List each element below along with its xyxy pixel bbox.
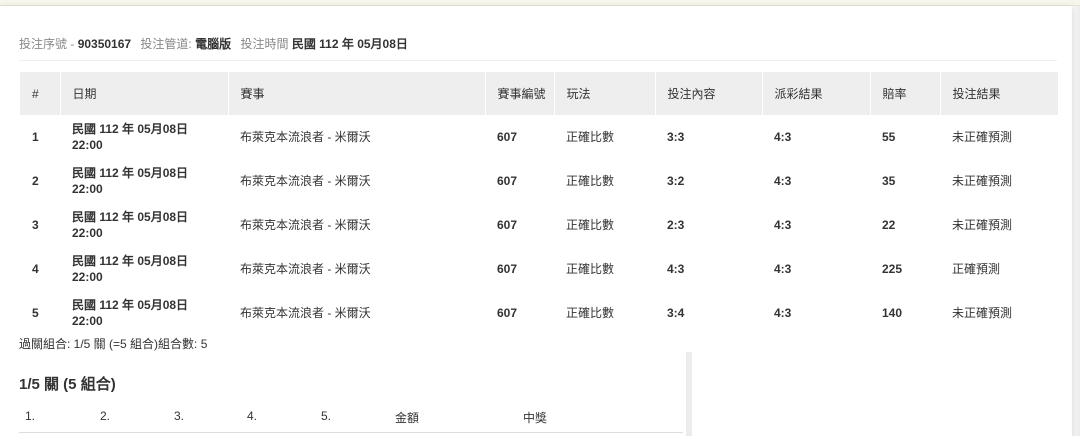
row-no: 5 <box>32 306 39 320</box>
row-outcome: 未正確預測 <box>952 174 1013 188</box>
col-header-date: 日期 <box>60 72 229 115</box>
combo-header-4: 4. <box>247 409 258 423</box>
row-match: 布萊克本流浪者 - 米爾沃 <box>240 218 371 232</box>
row-odds: 22 <box>882 218 896 232</box>
row-match-id: 607 <box>497 174 518 188</box>
time-value: 民國 112 年 05月08日 <box>291 37 408 51</box>
row-date: 民國 112 年 05月08日 22:00 <box>60 247 228 291</box>
row-match-id: 607 <box>497 130 518 144</box>
row-date-time: 22:00 <box>72 182 103 196</box>
row-play: 正確比數 <box>566 174 615 188</box>
table-row: 3 民國 112 年 05月08日 22:00 布萊克本流浪者 - 米爾沃 607… <box>20 203 1058 247</box>
table-row: 4 民國 112 年 05月08日 22:00 布萊克本流浪者 - 米爾沃 607… <box>20 247 1058 291</box>
row-date-day: 民國 112 年 05月08日 <box>72 122 189 136</box>
channel-value: 電腦版 <box>195 37 232 51</box>
meta-divider <box>19 60 1057 61</box>
col-header-outcome: 投注結果 <box>940 72 1058 115</box>
row-date-day: 民國 112 年 05月08日 <box>72 298 189 312</box>
row-no: 2 <box>32 174 39 188</box>
row-match: 布萊克本流浪者 - 米爾沃 <box>240 262 371 276</box>
combo-header-2: 2. <box>100 409 111 423</box>
row-bet: 3:3 <box>667 130 685 144</box>
time-label: 投注時間 <box>240 37 289 51</box>
row-date-time: 22:00 <box>72 314 103 328</box>
row-match-id: 607 <box>497 218 518 232</box>
row-play: 正確比數 <box>566 218 615 232</box>
combo-header-1: 1. <box>25 409 36 423</box>
row-outcome: 未正確預測 <box>952 306 1013 320</box>
row-outcome: 正確預測 <box>952 262 1001 276</box>
row-match: 布萊克本流浪者 - 米爾沃 <box>240 174 371 188</box>
row-date: 民國 112 年 05月08日 22:00 <box>60 159 228 203</box>
row-odds: 140 <box>882 306 903 320</box>
row-no: 3 <box>32 218 39 232</box>
row-date-day: 民國 112 年 05月08日 <box>72 210 189 224</box>
row-date-day: 民國 112 年 05月08日 <box>72 254 189 268</box>
row-bet: 2:3 <box>667 218 685 232</box>
combo-header-amount: 金額 <box>395 411 420 425</box>
row-match-id: 607 <box>497 262 518 276</box>
col-header-play: 玩法 <box>554 72 656 115</box>
row-play: 正確比數 <box>566 262 615 276</box>
row-result: 4:3 <box>774 174 792 188</box>
col-header-bet: 投注內容 <box>655 72 763 115</box>
row-bet: 3:2 <box>667 174 685 188</box>
row-date: 民國 112 年 05月08日 22:00 <box>60 115 228 159</box>
row-play: 正確比數 <box>566 306 615 320</box>
row-outcome: 未正確預測 <box>952 218 1013 232</box>
combo-divider <box>19 432 683 433</box>
row-play: 正確比數 <box>566 130 615 144</box>
row-date-time: 22:00 <box>72 138 103 152</box>
table-row: 2 民國 112 年 05月08日 22:00 布萊克本流浪者 - 米爾沃 607… <box>20 159 1058 203</box>
row-odds: 225 <box>882 262 903 276</box>
serial-value: 90350167 <box>77 37 132 51</box>
col-header-odds: 賠率 <box>870 72 941 115</box>
combo-header-win: 中獎 <box>523 411 548 425</box>
row-match: 布萊克本流浪者 - 米爾沃 <box>240 130 371 144</box>
serial-label: 投注序號 - <box>19 37 75 51</box>
panel-shadow <box>1070 6 1080 436</box>
row-result: 4:3 <box>774 218 792 232</box>
table-row: 1 民國 112 年 05月08日 22:00 布萊克本流浪者 - 米爾沃 607… <box>20 115 1058 159</box>
channel-label: 投注管道: <box>140 37 192 51</box>
combo-panel <box>0 352 692 436</box>
col-header-match: 賽事 <box>228 72 486 115</box>
row-odds: 35 <box>882 174 896 188</box>
row-result: 4:3 <box>774 306 792 320</box>
bet-table: # 日期 賽事 賽事編號 玩法 投注內容 派彩結果 賠率 投注結果 1 民國 1… <box>20 72 1058 335</box>
col-header-result: 派彩結果 <box>762 72 871 115</box>
row-date: 民國 112 年 05月08日 22:00 <box>60 203 228 247</box>
col-header-no: # <box>20 72 61 115</box>
col-header-match-id: 賽事編號 <box>485 72 555 115</box>
row-match: 布萊克本流浪者 - 米爾沃 <box>240 306 371 320</box>
row-no: 1 <box>32 130 39 144</box>
table-row: 5 民國 112 年 05月08日 22:00 布萊克本流浪者 - 米爾沃 607… <box>20 291 1058 335</box>
row-bet: 4:3 <box>667 262 685 276</box>
parlay-summary: 過關組合: 1/5 關 (=5 組合)組合數: 5 <box>19 337 208 351</box>
row-no: 4 <box>32 262 39 276</box>
bet-meta: 投注序號 - 90350167 投注管道: 電腦版 投注時間 民國 112 年 … <box>19 35 408 52</box>
row-date-day: 民國 112 年 05月08日 <box>72 166 189 180</box>
combo-header-5: 5. <box>321 409 332 423</box>
combo-header-3: 3. <box>174 409 185 423</box>
row-date: 民國 112 年 05月08日 22:00 <box>60 291 228 335</box>
combo-title: 1/5 關 (5 組合) <box>19 376 116 393</box>
row-odds: 55 <box>882 130 896 144</box>
row-bet: 3:4 <box>667 306 685 320</box>
row-match-id: 607 <box>497 306 518 320</box>
row-date-time: 22:00 <box>72 270 103 284</box>
row-date-time: 22:00 <box>72 226 103 240</box>
row-result: 4:3 <box>774 130 792 144</box>
row-result: 4:3 <box>774 262 792 276</box>
bet-table-header: # 日期 賽事 賽事編號 玩法 投注內容 派彩結果 賠率 投注結果 <box>20 72 1058 115</box>
row-outcome: 未正確預測 <box>952 130 1013 144</box>
